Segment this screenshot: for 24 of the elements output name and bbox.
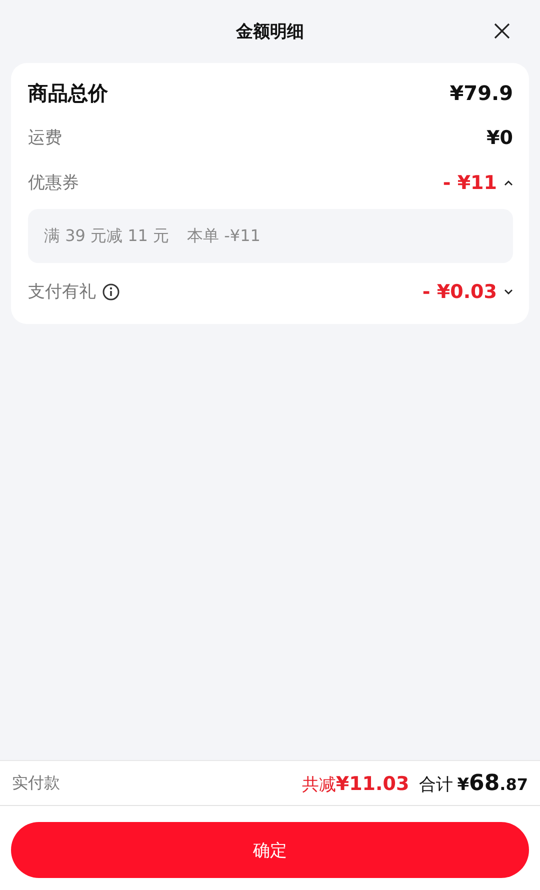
row-label: 运费 <box>28 127 62 149</box>
close-button[interactable] <box>493 22 511 40</box>
amount-text: - ¥0.03 <box>422 280 497 302</box>
currency-sign: ¥ <box>457 774 470 794</box>
amount-text: ¥0 <box>486 126 513 148</box>
saved-label: 共减 <box>302 774 336 796</box>
info-icon[interactable] <box>102 282 120 300</box>
coupon-saving: 本单 -¥11 <box>187 226 260 246</box>
confirm-button[interactable]: 确定 <box>11 822 529 878</box>
coupon-rule: 满 39 元减 11 元 <box>44 226 170 246</box>
row-label: 商品总价 <box>28 80 108 106</box>
caret-down-icon[interactable] <box>504 288 513 294</box>
row-label: 支付有礼 <box>28 281 96 303</box>
sheet-title: 金额明细 <box>236 21 304 43</box>
row-label: 优惠券 <box>28 172 79 194</box>
pay-label: 实付款 <box>12 772 60 794</box>
total-label: 合计 <box>419 774 454 796</box>
amount-text: ¥79.9 <box>450 81 513 105</box>
caret-up-icon[interactable] <box>504 180 513 186</box>
saved-amount: ¥11.03 <box>336 772 410 794</box>
amount-text: - ¥11 <box>442 172 497 194</box>
total-fraction: .87 <box>500 774 528 794</box>
close-icon <box>493 22 511 40</box>
total-integer: 68 <box>469 770 500 796</box>
